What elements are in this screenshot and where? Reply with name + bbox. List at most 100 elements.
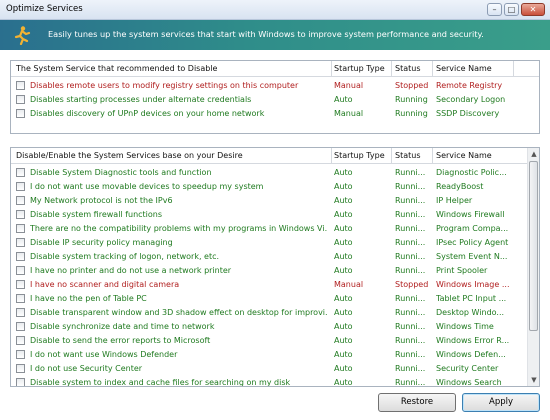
column-header-service-name[interactable]: Service Name (436, 151, 492, 160)
table-row[interactable]: Disable system to index and cache files … (11, 376, 527, 387)
apply-button[interactable]: Apply (462, 393, 540, 412)
table-row[interactable]: I do not want use movable devices to spe… (11, 180, 527, 194)
service-name: Windows Firewall (436, 210, 505, 219)
row-checkbox[interactable] (16, 336, 25, 345)
table-row[interactable]: I have no printer and do not use a netwo… (11, 264, 527, 278)
column-header-service-name[interactable]: Service Name (436, 64, 492, 73)
scroll-up-arrow-icon[interactable]: ▲ (529, 149, 539, 159)
table-row[interactable]: There are no the compatibility problems … (11, 222, 527, 236)
row-checkbox[interactable] (16, 210, 25, 219)
row-checkbox[interactable] (16, 168, 25, 177)
service-name: Windows Error R... (436, 336, 510, 345)
service-status: Running (395, 109, 428, 118)
vertical-scrollbar[interactable]: ▲ ▼ (527, 148, 539, 386)
service-status: Runni... (395, 168, 426, 177)
services-table: Disable/Enable the System Services base … (10, 147, 540, 387)
row-checkbox[interactable] (16, 308, 25, 317)
startup-type: Auto (334, 364, 353, 373)
row-checkbox[interactable] (16, 322, 25, 331)
table-row[interactable]: Disable System Diagnostic tools and func… (11, 166, 527, 180)
startup-type: Auto (334, 210, 353, 219)
service-name: Windows Time (436, 322, 494, 331)
column-header-description[interactable]: Disable/Enable the System Services base … (16, 151, 243, 160)
row-checkbox[interactable] (16, 224, 25, 233)
row-checkbox[interactable] (16, 81, 25, 90)
row-checkbox[interactable] (16, 294, 25, 303)
service-description: Disable system tracking of logon, networ… (30, 252, 220, 261)
service-status: Runni... (395, 336, 426, 345)
service-status: Runni... (395, 364, 426, 373)
row-checkbox[interactable] (16, 350, 25, 359)
service-description: I have no scanner and digital camera (30, 280, 180, 289)
service-description: My Network protocol is not the IPv6 (30, 196, 173, 205)
service-name: SSDP Discovery (436, 109, 500, 118)
row-checkbox[interactable] (16, 378, 25, 386)
minimize-button[interactable]: – (487, 3, 502, 16)
service-name: Program Compa... (436, 224, 509, 233)
service-description: Disable System Diagnostic tools and func… (30, 168, 212, 177)
table-row[interactable]: Disables starting processes under altern… (11, 93, 539, 107)
scroll-down-arrow-icon[interactable]: ▼ (529, 375, 539, 385)
service-description: I do not use Security Center (30, 364, 143, 373)
service-description: Disables discovery of UPnP devices on yo… (30, 109, 265, 118)
table-header: Disable/Enable the System Services base … (11, 148, 527, 164)
table-row[interactable]: I do not use Security Center Auto Runni...… (11, 362, 527, 376)
table-row[interactable]: I have no the pen of Table PC Auto Runni..… (11, 292, 527, 306)
row-checkbox[interactable] (16, 364, 25, 373)
service-name: Desktop Windo... (436, 308, 505, 317)
row-checkbox[interactable] (16, 196, 25, 205)
service-status: Runni... (395, 224, 426, 233)
startup-type: Auto (334, 266, 353, 275)
service-description: Disables remote users to modify registry… (30, 81, 299, 90)
row-checkbox[interactable] (16, 280, 25, 289)
scroll-thumb[interactable] (529, 161, 538, 331)
service-name: Windows Defen... (436, 350, 506, 359)
service-status: Runni... (395, 266, 426, 275)
table-row[interactable]: Disable to send the error reports to Mic… (11, 334, 527, 348)
table-row[interactable]: My Network protocol is not the IPv6 Auto R… (11, 194, 527, 208)
service-name: Windows Search (436, 378, 502, 387)
startup-type: Auto (334, 238, 353, 247)
row-checkbox[interactable] (16, 109, 25, 118)
column-header-description[interactable]: The System Service that recommended to D… (16, 64, 217, 73)
close-button[interactable]: ✕ (521, 3, 545, 16)
recommended-services-table: The System Service that recommended to D… (10, 60, 540, 134)
startup-type: Auto (334, 308, 353, 317)
service-description: I do not want use movable devices to spe… (30, 182, 264, 191)
maximize-button[interactable]: □ (504, 3, 519, 16)
table-row[interactable]: Disables discovery of UPnP devices on yo… (11, 107, 539, 121)
table-row[interactable]: Disable transparent window and 3D shadow… (11, 306, 527, 320)
header-banner: Easily tunes up the system services that… (0, 20, 550, 50)
service-description: Disables starting processes under altern… (30, 95, 252, 104)
service-description: I have no printer and do not use a netwo… (30, 266, 232, 275)
column-header-status[interactable]: Status (395, 64, 421, 73)
service-status: Runni... (395, 252, 426, 261)
table-row[interactable]: I have no scanner and digital camera Manu… (11, 278, 527, 292)
service-name: Windows Image ... (436, 280, 510, 289)
window-title: Optimize Services (6, 4, 83, 14)
table-row[interactable]: Disables remote users to modify registry… (11, 79, 539, 93)
service-name: Remote Registry (436, 81, 503, 90)
row-checkbox[interactable] (16, 266, 25, 275)
column-header-status[interactable]: Status (395, 151, 421, 160)
row-checkbox[interactable] (16, 252, 25, 261)
table-row[interactable]: Disable system tracking of logon, networ… (11, 250, 527, 264)
service-name: ReadyBoost (436, 182, 484, 191)
service-status: Runni... (395, 294, 426, 303)
row-checkbox[interactable] (16, 182, 25, 191)
service-description: I have no the pen of Table PC (30, 294, 147, 303)
row-checkbox[interactable] (16, 95, 25, 104)
restore-button[interactable]: Restore (378, 393, 456, 412)
column-header-startup[interactable]: Startup Type (334, 151, 385, 160)
service-description: I do not want use Windows Defender (30, 350, 178, 359)
table-row[interactable]: Disable synchronize date and time to net… (11, 320, 527, 334)
column-header-startup[interactable]: Startup Type (334, 64, 385, 73)
table-row[interactable]: Disable system firewall functions Auto Run… (11, 208, 527, 222)
banner-text: Easily tunes up the system services that… (48, 29, 484, 39)
startup-type: Auto (334, 182, 353, 191)
table-row[interactable]: I do not want use Windows Defender Auto Ru… (11, 348, 527, 362)
table-row[interactable]: Disable IP security policy managing Auto R… (11, 236, 527, 250)
row-checkbox[interactable] (16, 238, 25, 247)
startup-type: Auto (334, 168, 353, 177)
service-description: Disable transparent window and 3D shadow… (30, 308, 328, 317)
